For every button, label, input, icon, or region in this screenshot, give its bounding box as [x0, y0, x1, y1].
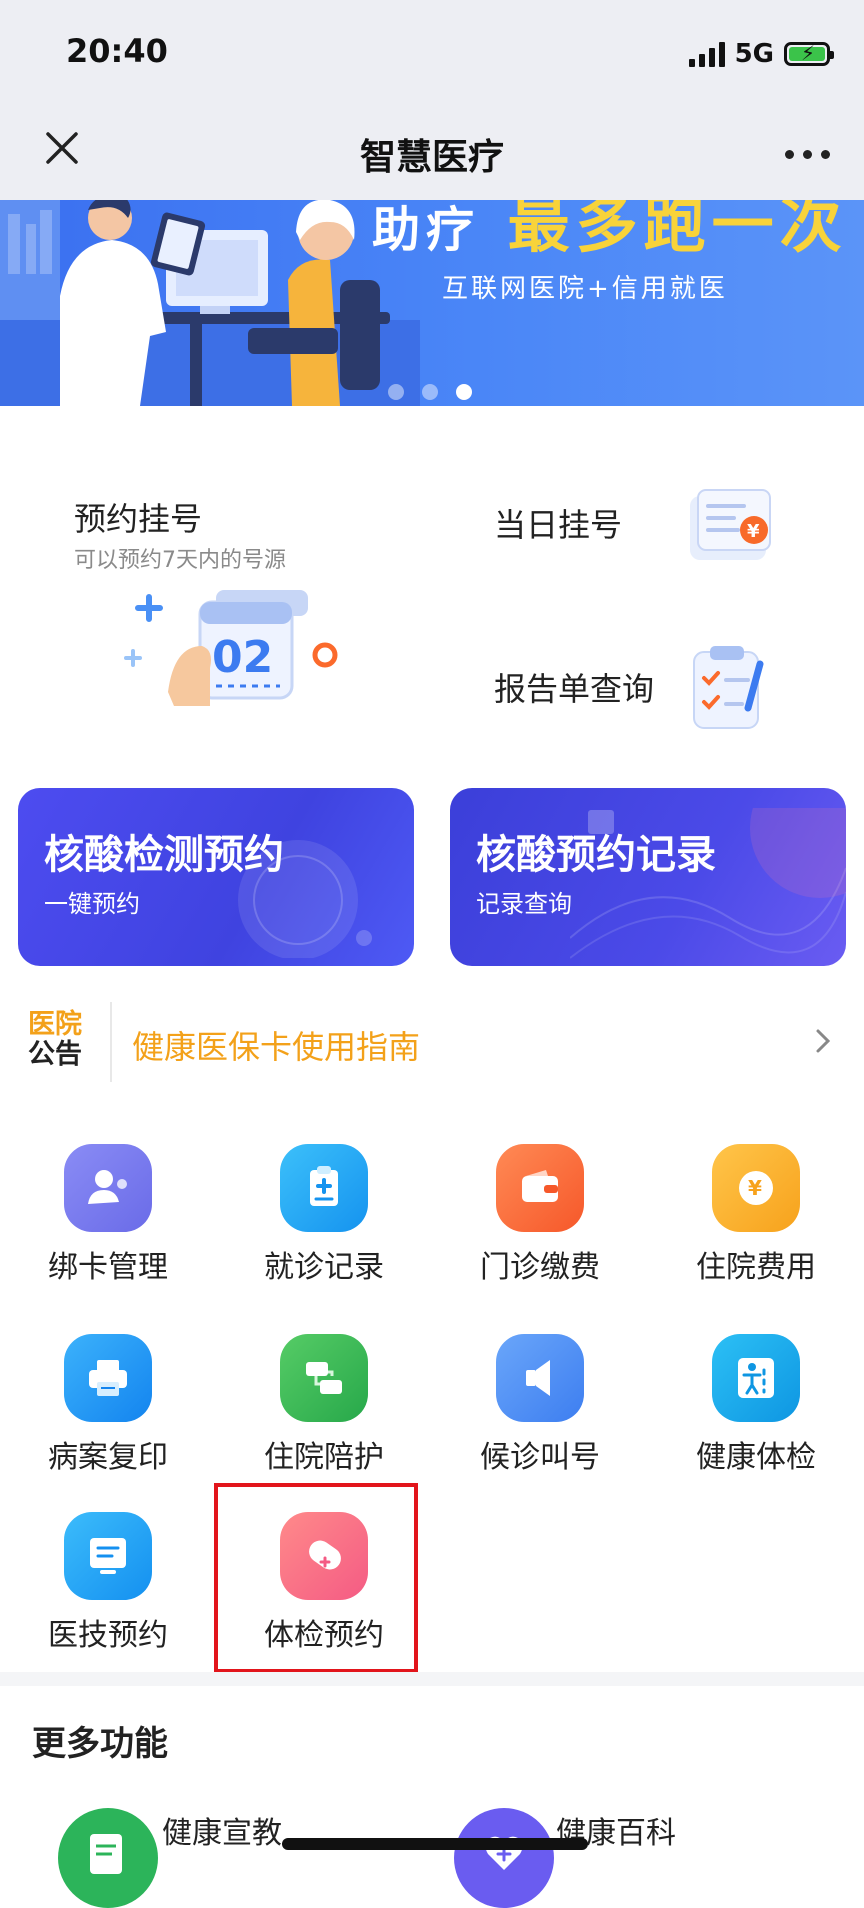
grid-item-label: 就诊记录 — [264, 1250, 384, 1285]
grid-item-hospitalization-fees[interactable]: ¥ 住院费用 — [648, 1144, 864, 1314]
nucleic-test-booking-card[interactable]: 核酸检测预约 一键预约 — [18, 788, 414, 966]
report-query-card[interactable]: 报告单查询 — [470, 640, 830, 750]
nucleic-records-subtitle: 记录查询 — [476, 890, 572, 918]
grid-item-label: 候诊叫号 — [480, 1440, 600, 1475]
grid-item-outpatient-payment[interactable]: 门诊缴费 — [432, 1144, 648, 1314]
grid-item-label: 住院费用 — [696, 1250, 816, 1285]
more-options-icon[interactable] — [785, 150, 830, 159]
yen-receipt-icon: ¥ — [690, 489, 771, 560]
doctor-illustration — [0, 200, 420, 406]
grid-item-label: 住院陪护 — [264, 1440, 384, 1475]
chat-swap-icon — [280, 1334, 368, 1422]
home-indicator[interactable] — [282, 1838, 588, 1850]
page-title: 智慧医疗 — [359, 137, 504, 178]
clipboard-plus-icon — [280, 1144, 368, 1232]
nucleic-records-card[interactable]: 核酸预约记录 记录查询 — [450, 788, 846, 966]
more-functions-title: 更多功能 — [32, 1724, 168, 1764]
banner-carousel[interactable]: 助疗 最多跑一次 互联网医院+信用就医 — [0, 200, 864, 406]
banner-subtitle: 互联网医院+信用就医 — [442, 274, 728, 304]
section-separator — [0, 1672, 864, 1686]
same-day-card[interactable]: 当日挂号 ¥ — [470, 480, 830, 590]
yen-coin-icon: ¥ — [712, 1144, 800, 1232]
grid-item-inpatient-escort[interactable]: 住院陪护 — [216, 1334, 432, 1504]
status-indicators: 5G ⚡ — [688, 36, 834, 72]
status-time: 20:40 — [66, 32, 168, 70]
signal-icon — [688, 41, 725, 67]
grid-item-label: 门诊缴费 — [480, 1250, 600, 1285]
grid-item-label: 健康体检 — [696, 1440, 816, 1475]
document-icon — [58, 1808, 158, 1908]
carousel-indicator — [388, 384, 472, 400]
chevron-right-icon[interactable] — [810, 1028, 836, 1054]
appointment-subtitle: 可以预约7天内的号源 — [74, 548, 286, 573]
svg-text:¥: ¥ — [748, 1176, 762, 1200]
svg-text:¥: ¥ — [747, 521, 760, 542]
same-day-title: 当日挂号 — [494, 506, 623, 544]
printer-icon — [64, 1334, 152, 1422]
user-card-icon — [64, 1144, 152, 1232]
clipboard-check-icon — [693, 646, 764, 729]
network-type: 5G — [734, 39, 774, 69]
grid-item-bind-card[interactable]: 绑卡管理 — [0, 1144, 216, 1314]
monitor-list-icon — [64, 1512, 152, 1600]
grid-item-label: 绑卡管理 — [48, 1250, 168, 1285]
grid-item-label: 病案复印 — [48, 1440, 168, 1475]
battery-icon: ⚡ — [784, 41, 834, 66]
grid-item-queue-call[interactable]: 候诊叫号 — [432, 1334, 648, 1504]
banner-headline: 助疗 最多跑一次 — [372, 200, 848, 261]
heart-plus-icon — [454, 1808, 554, 1908]
ticket-number: 02 — [212, 632, 273, 683]
person-chart-icon — [712, 1334, 800, 1422]
grid-item-visit-records[interactable]: 就诊记录 — [216, 1144, 432, 1314]
speaker-icon — [496, 1334, 584, 1422]
report-query-title: 报告单查询 — [494, 670, 655, 708]
grid-item-medical-tech-booking[interactable]: 医技预约 — [0, 1512, 216, 1682]
hospital-notice-label: 医院 公告 — [28, 1009, 82, 1070]
nucleic-booking-subtitle: 一键预约 — [44, 890, 140, 918]
appointment-title: 预约挂号 — [74, 500, 203, 538]
nucleic-booking-title: 核酸检测预约 — [44, 832, 284, 878]
highlight-box — [214, 1483, 418, 1673]
notice-divider — [110, 1002, 112, 1082]
more-item-label: 健康宣教 — [162, 1816, 282, 1851]
nucleic-records-title: 核酸预约记录 — [476, 832, 716, 878]
notice-link[interactable]: 健康医保卡使用指南 — [132, 1022, 420, 1068]
calendar-ticket-icon: 02 — [124, 590, 338, 706]
wallet-icon — [496, 1144, 584, 1232]
grid-item-health-checkup[interactable]: 健康体检 — [648, 1334, 864, 1504]
appointment-card[interactable]: 预约挂号 可以预约7天内的号源 02 — [40, 470, 400, 730]
grid-item-record-copy[interactable]: 病案复印 — [0, 1334, 216, 1504]
grid-item-label: 医技预约 — [48, 1618, 168, 1653]
